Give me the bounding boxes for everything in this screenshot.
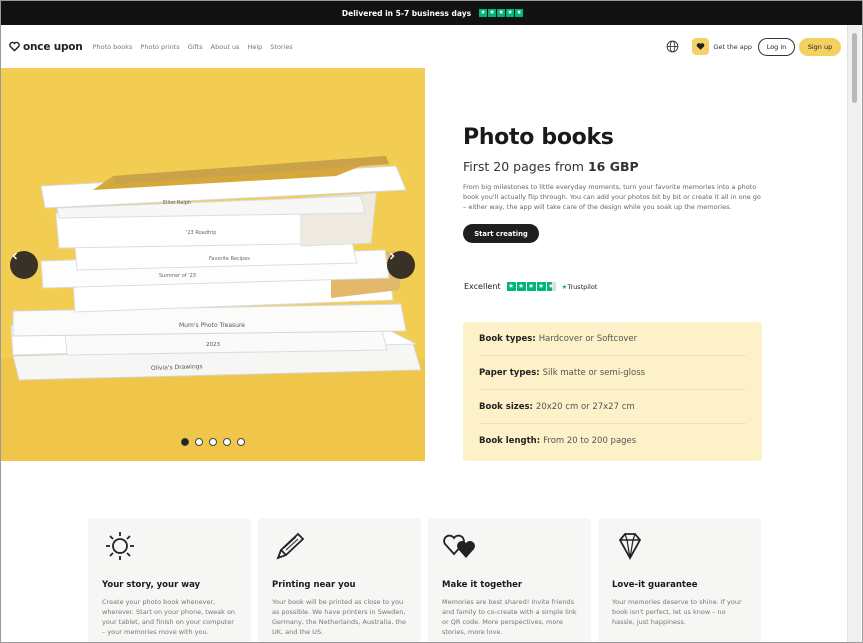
star-icon: ★ xyxy=(479,9,488,17)
announcement-bar: Delivered in 5-7 business days ★ ★ ★ ★ ★ xyxy=(1,1,862,25)
heart-icon xyxy=(697,43,705,50)
get-app-link[interactable]: Get the app xyxy=(713,43,752,51)
logo[interactable]: once upon xyxy=(9,41,83,53)
hero-content: Photo books First 20 pages from 16 GBP F… xyxy=(463,125,763,243)
feature-body: Your book will be printed as close to yo… xyxy=(272,598,407,636)
feature-body: Create your photo book whenever, whereve… xyxy=(102,598,236,636)
rating-word: Excellent xyxy=(464,282,501,291)
diamond-icon xyxy=(618,533,642,560)
spine-label: '23 Roadtrip xyxy=(186,230,216,236)
star-icon: ★ xyxy=(497,9,506,17)
feature-body: Memories are best shared! Invite friends… xyxy=(442,598,577,636)
nav-link-about-us[interactable]: About us xyxy=(211,43,240,51)
browser-page: Delivered in 5-7 business days ★ ★ ★ ★ ★… xyxy=(0,0,863,643)
hero-carousel: Olivia's Drawings 2023 Mum's Photo Treas… xyxy=(1,68,425,461)
trustpilot-wordmark: Trustpilot xyxy=(567,282,598,291)
price-prefix: First 20 pages from xyxy=(463,159,584,174)
feature-title: Love-it guarantee xyxy=(612,580,698,590)
spec-label: Book sizes: xyxy=(479,401,533,412)
app-icon[interactable] xyxy=(692,38,710,55)
book-specs: Book types: Hardcover or Softcover Paper … xyxy=(463,322,762,461)
carousel-prev-button[interactable] xyxy=(10,251,38,279)
feature-card: Make it together Memories are best share… xyxy=(428,518,591,642)
spec-value: Silk matte or semi-gloss xyxy=(542,367,646,378)
spec-label: Book types: xyxy=(479,333,536,344)
nav-link-photo-prints[interactable]: Photo prints xyxy=(140,43,179,51)
price-line: First 20 pages from 16 GBP xyxy=(463,159,763,174)
carousel-dot[interactable] xyxy=(223,438,231,446)
scrollbar-thumb[interactable] xyxy=(852,33,857,103)
feature-card: Printing near you Your book will be prin… xyxy=(258,518,421,642)
spec-value: 20x20 cm or 27x27 cm xyxy=(535,401,635,412)
hearts-icon xyxy=(443,534,475,558)
photo-books-stack-image: Olivia's Drawings 2023 Mum's Photo Treas… xyxy=(1,68,425,461)
spine-label: Elliot Ralph xyxy=(163,200,191,206)
chevron-left-icon xyxy=(12,252,18,260)
spec-value: From 20 to 200 pages xyxy=(543,436,637,446)
feature-card: Love-it guarantee Your memories deserve … xyxy=(598,518,761,642)
start-creating-button[interactable]: Start creating xyxy=(463,224,539,243)
trustpilot-stars: ★ ★ ★ ★ ★ xyxy=(479,9,524,17)
feature-title: Printing near you xyxy=(272,580,356,590)
star-icon: ★ xyxy=(536,282,546,291)
spine-label: Summer of '23 xyxy=(159,273,196,279)
carousel-next-button[interactable] xyxy=(387,251,415,279)
trustpilot-rating[interactable]: Excellent ★ ★ ★ ★ ★ ★Trustpilot xyxy=(464,282,597,291)
heart-logo-icon xyxy=(9,41,20,52)
spec-row: Book sizes: 20x20 cm or 27x27 cm xyxy=(479,390,746,424)
spec-row: Paper types: Silk matte or semi-gloss xyxy=(479,356,746,390)
price-value: 16 GBP xyxy=(587,159,639,174)
star-icon: ★ xyxy=(506,9,515,17)
logo-text: once upon xyxy=(23,40,83,53)
carousel-dots xyxy=(181,438,245,446)
hero-description: From big milestones to little everyday m… xyxy=(463,183,761,211)
signup-button[interactable]: Sign up xyxy=(799,37,841,56)
nav-link-stories[interactable]: Stories xyxy=(270,43,293,51)
spec-row: Book length: From 20 to 200 pages xyxy=(479,424,746,458)
nav-link-help[interactable]: Help xyxy=(247,43,262,51)
nav-link-photo-books[interactable]: Photo books xyxy=(93,43,133,51)
feature-title: Your story, your way xyxy=(102,580,201,590)
sun-icon xyxy=(106,532,134,560)
page-scrollbar[interactable] xyxy=(847,25,861,642)
carousel-dot[interactable] xyxy=(237,438,245,446)
login-button[interactable]: Log in xyxy=(758,37,795,56)
delivery-text: Delivered in 5-7 business days xyxy=(341,8,472,18)
spec-row: Book types: Hardcover or Softcover xyxy=(479,322,746,356)
spine-label: Favorite Recipes xyxy=(209,256,250,262)
carousel-dot[interactable] xyxy=(181,438,189,446)
trustpilot-logo: ★Trustpilot xyxy=(562,283,598,291)
star-icon: ★ xyxy=(488,9,497,17)
nav-actions: Get the app Log in Sign up xyxy=(666,25,841,68)
star-icon: ★ xyxy=(516,282,526,291)
feature-title: Make it together xyxy=(442,580,523,590)
spine-label: Mum's Photo Treasure xyxy=(179,322,245,329)
chevron-right-icon xyxy=(389,252,395,260)
feature-cards: Your story, your way Create your photo b… xyxy=(88,518,761,642)
star-icon: ★ xyxy=(546,282,556,291)
carousel-dot[interactable] xyxy=(209,438,217,446)
star-icon: ★ xyxy=(526,282,536,291)
feature-card: Your story, your way Create your photo b… xyxy=(88,518,251,642)
top-nav: once upon Photo books Photo prints Gifts… xyxy=(1,25,848,68)
spec-value: Hardcover or Softcover xyxy=(538,333,638,344)
spec-label: Book length: xyxy=(479,436,541,446)
page-title: Photo books xyxy=(463,125,614,150)
spine-label: 2023 xyxy=(206,342,220,348)
carousel-dot[interactable] xyxy=(195,438,203,446)
spec-label: Paper types: xyxy=(479,367,540,378)
globe-icon[interactable] xyxy=(666,40,679,53)
trustpilot-stars: ★ ★ ★ ★ ★ xyxy=(506,282,556,291)
nav-link-gifts[interactable]: Gifts xyxy=(188,43,203,51)
feature-body: Your memories deserve to shine. If your … xyxy=(612,598,742,626)
pencil-icon xyxy=(276,532,305,560)
star-icon: ★ xyxy=(506,282,516,291)
nav-links: Photo books Photo prints Gifts About us … xyxy=(93,43,293,51)
star-icon: ★ xyxy=(515,9,524,17)
